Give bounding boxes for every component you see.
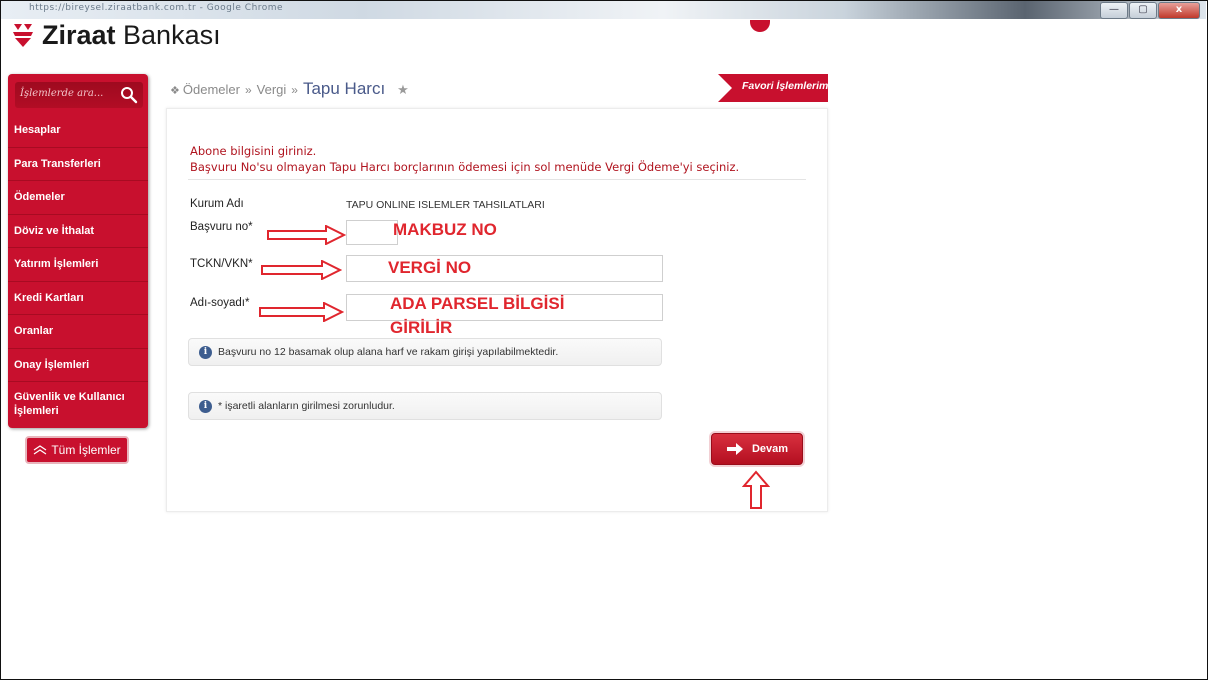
page-title: Tapu Harcı [302, 79, 386, 98]
intro-message: Abone bilgisini giriniz. Başvuru No'su o… [190, 143, 739, 175]
breadcrumb-separator: » [244, 83, 252, 97]
breadcrumb: ❖ Ödemeler » Vergi » Tapu Harcı ★ [170, 79, 409, 99]
window-title: https://bireysel.ziraatbank.com.tr - Goo… [29, 3, 284, 13]
info-icon: i [199, 399, 212, 413]
annotation-makbuz-no: MAKBUZ NO [393, 220, 497, 239]
info-box-required: i * işaretli alanların girilmesi zorunlu… [188, 392, 662, 420]
application-no-input[interactable] [346, 220, 398, 245]
sidebar-item-oranlar[interactable]: Oranlar [8, 315, 148, 349]
sidebar-item-doviz-ithalat[interactable]: Döviz ve İthalat [8, 215, 148, 248]
sidebar-item-kredi-kartlari[interactable]: Kredi Kartları [8, 282, 148, 315]
arrow-up-icon [742, 470, 770, 509]
intro-line-1: Abone bilgisini giriniz. [190, 144, 317, 158]
continue-label: Devam [751, 443, 789, 455]
bank-logo[interactable]: Ziraat Bankası [12, 20, 221, 50]
arrow-right-icon [261, 260, 342, 280]
breadcrumb-item-odemeler[interactable]: Ödemeler [183, 82, 240, 97]
breadcrumb-separator: » [291, 83, 298, 97]
minimize-button[interactable]: — [1100, 2, 1128, 19]
application-no-label: Başvuru no* [190, 221, 253, 233]
search-input[interactable]: İşlemlerde ara... [20, 88, 103, 99]
name-surname-label: Adı-soyadı* [190, 297, 250, 309]
intro-line-2: Başvuru No'su olmayan Tapu Harcı borçlar… [190, 160, 740, 174]
ziraat-logo-icon [13, 24, 33, 47]
sidebar-menu: Hesaplar Para Transferleri Ödemeler Dövi… [8, 114, 148, 426]
search-icon[interactable] [120, 86, 138, 104]
sidebar-item-para-transferleri[interactable]: Para Transferleri [8, 148, 148, 181]
info-text-required: * işaretli alanların girilmesi zorunludu… [218, 400, 395, 412]
star-icon[interactable]: ★ [397, 82, 409, 98]
sidebar-item-yatirim[interactable]: Yatırım İşlemleri [8, 248, 148, 282]
bank-name: Ziraat Bankası [42, 20, 221, 50]
chevron-up-icon [33, 445, 47, 455]
arrow-right-icon [726, 443, 743, 455]
arrow-right-icon [259, 302, 344, 322]
annotation-girilir: GİRİLİR [390, 318, 453, 337]
info-text-application: Başvuru no 12 basamak olup alana harf ve… [218, 346, 559, 358]
favorites-label[interactable]: Favori İşlemlerim [742, 80, 828, 92]
all-transactions-label: Tüm İşlemler [51, 443, 121, 457]
close-button[interactable]: x [1158, 2, 1200, 19]
info-box-application: i Başvuru no 12 basamak olup alana harf … [188, 338, 662, 366]
divider [188, 179, 806, 180]
sidebar-search[interactable]: İşlemlerde ara... [15, 82, 143, 108]
breadcrumb-item-vergi[interactable]: Vergi [257, 82, 287, 97]
annotation-ada-parsel: ADA PARSEL BİLGİSİ [390, 294, 565, 313]
sidebar-item-guvenlik[interactable]: Güvenlik ve Kullanıcı İşlemleri [8, 382, 148, 426]
sidebar-item-hesaplar[interactable]: Hesaplar [8, 114, 148, 148]
annotation-vergi-no: VERGİ NO [388, 258, 472, 277]
sidebar-item-onay[interactable]: Onay İşlemleri [8, 349, 148, 382]
window-controls: — ▢ x [1100, 2, 1200, 19]
tax-id-label: TCKN/VKN* [190, 258, 253, 270]
all-transactions-button[interactable]: Tüm İşlemler [25, 436, 129, 464]
institution-label: Kurum Adı [190, 198, 244, 210]
sidebar: İşlemlerde ara... Hesaplar Para Transfer… [8, 74, 148, 428]
arrow-right-icon [267, 225, 346, 245]
maximize-button[interactable]: ▢ [1129, 2, 1157, 19]
sidebar-item-odemeler[interactable]: Ödemeler [8, 181, 148, 215]
institution-value: TAPU ONLINE ISLEMLER TAHSILATLARI [346, 199, 545, 211]
window-titlebar: https://bireysel.ziraatbank.com.tr - Goo… [1, 1, 1206, 19]
home-icon[interactable]: ❖ [170, 84, 180, 97]
continue-button[interactable]: Devam [711, 433, 803, 465]
info-icon: i [199, 345, 212, 359]
